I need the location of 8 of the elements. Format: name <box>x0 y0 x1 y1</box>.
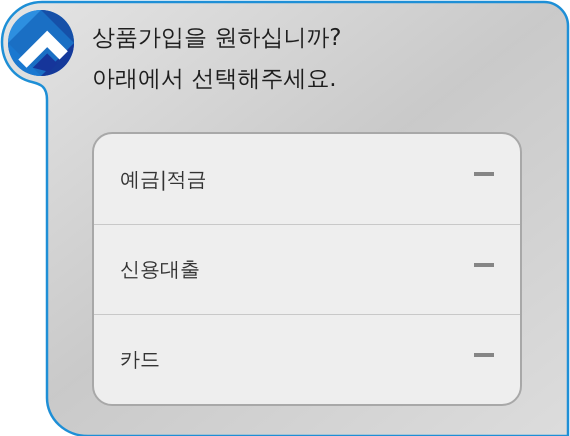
message-text: 아래에서 선택해주세요. <box>92 65 338 94</box>
minus-icon <box>474 352 494 356</box>
option-item[interactable]: 카드 <box>94 314 520 404</box>
option-item[interactable]: 예금|적금 <box>94 134 520 224</box>
minus-icon <box>474 172 494 176</box>
message-text: 상품가입을 원하십니까? <box>92 24 343 53</box>
minus-icon <box>474 262 494 266</box>
option-item[interactable]: 신용대출 <box>94 224 520 314</box>
